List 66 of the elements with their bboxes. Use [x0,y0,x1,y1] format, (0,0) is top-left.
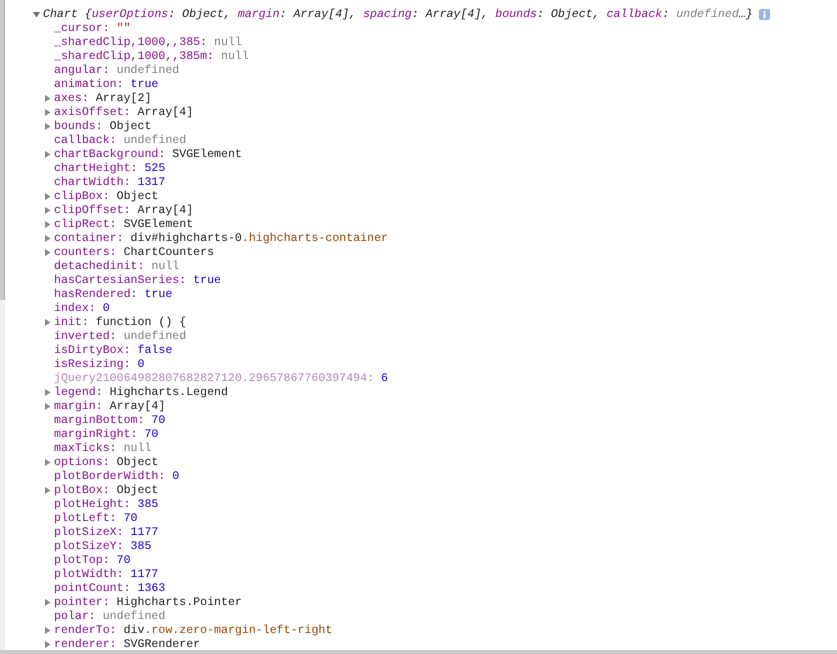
expand-triangle-icon[interactable] [44,122,51,130]
property-entry: axes: Array[2] [54,92,152,104]
property-entry: counters: ChartCounters [54,246,214,258]
property-entry: chartBackground: SVGElement [54,148,242,160]
expand-triangle-icon[interactable] [44,94,51,102]
property-entry: _sharedClip,1000,,385: null [54,36,242,48]
property-entry: hasCartesianSeries: true [54,274,222,286]
property-entry: callback: undefined [54,134,186,146]
property-entry: pointCount: 1363 [54,582,166,594]
expand-triangle-icon[interactable] [44,234,51,242]
expand-triangle-icon[interactable] [44,640,51,648]
expand-triangle-icon[interactable] [44,318,51,326]
expand-triangle-icon[interactable] [44,206,51,214]
property-entry: jQuery210064982807682827120.29657867760397494: 6 [54,372,388,384]
property-entry: plotBorderWidth: 0 [54,470,180,482]
property-entry: init: function () { [54,316,186,328]
property-entry: clipBox: Object [54,190,158,202]
property-entry: isDirtyBox: false [54,344,172,356]
property-entry: plotWidth: 1177 [54,568,158,580]
property-entry: chartWidth: 1317 [54,176,166,188]
object-summary: Chart {userOptions: Object, margin: Array[4], spacing: Array[4], bounds: Object, callback: undefined…} [43,8,753,20]
property-entry: pointer: Highcharts.Pointer [54,596,242,608]
property-entry: angular: undefined [54,64,180,76]
property-entry: plotHeight: 385 [54,498,158,510]
expand-triangle-icon[interactable] [44,458,51,466]
expand-triangle-icon[interactable] [44,248,51,256]
property-entry: hasRendered: true [54,288,172,300]
property-entry: renderer: SVGRenderer [54,638,200,650]
property-entry: legend: Highcharts.Legend [54,386,228,398]
property-entry: margin: Array[4] [54,400,166,412]
expand-triangle-icon[interactable] [44,598,51,606]
expand-triangle-icon[interactable] [44,388,51,396]
collapse-triangle-icon[interactable] [33,10,40,18]
scrollbar-thumb[interactable] [0,0,5,300]
property-entry: renderTo: div.row.zero-margin-left-right [54,624,332,636]
property-entry: isResizing: 0 [54,358,144,370]
property-entry: _cursor: "" [54,22,131,34]
expand-triangle-icon[interactable] [44,220,51,228]
property-entry: animation: true [54,78,158,90]
expand-triangle-icon[interactable] [44,108,51,116]
property-entry: inverted: undefined [54,330,186,342]
property-entry: options: Object [54,456,158,468]
property-entry: plotBox: Object [54,484,158,496]
expand-triangle-icon[interactable] [44,486,51,494]
property-entry: plotSizeY: 385 [54,540,152,552]
property-entry: bounds: Object [54,120,152,132]
property-entry: clipOffset: Array[4] [54,204,194,216]
property-entry: _sharedClip,1000,,385m: null [54,50,249,62]
property-entry: plotTop: 70 [54,554,131,566]
expand-triangle-icon[interactable] [44,150,51,158]
info-icon[interactable] [758,8,770,20]
property-entry: plotSizeX: 1177 [54,526,158,538]
property-entry: plotLeft: 70 [54,512,138,524]
property-entry: marginRight: 70 [54,428,158,440]
property-entry: index: 0 [54,302,110,314]
property-entry: maxTicks: null [54,442,152,454]
property-entry: chartHeight: 525 [54,162,166,174]
expand-triangle-icon[interactable] [44,626,51,634]
property-entry: marginBottom: 70 [54,414,166,426]
property-entry: clipRect: SVGElement [54,218,194,230]
expand-triangle-icon[interactable] [44,192,51,200]
property-entry: polar: undefined [54,610,166,622]
property-entry: axisOffset: Array[4] [54,106,194,118]
property-entry: detachedinit: null [54,260,180,272]
property-entry: container: div#highcharts-0.highcharts-container [54,232,388,244]
expand-triangle-icon[interactable] [44,402,51,410]
